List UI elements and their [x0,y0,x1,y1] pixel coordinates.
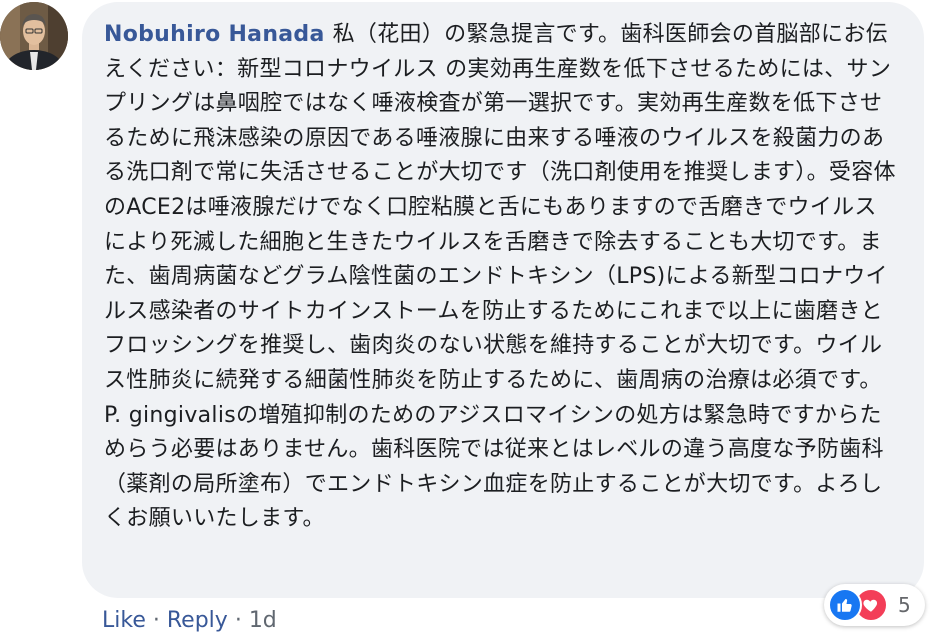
comment-actions: Like · Reply · 1d [102,606,277,636]
comment-bubble: Nobuhiro Hanada 私（花田）の緊急提言です。歯科医師会の首脳部にお伝… [82,2,924,598]
reaction-count: 5 [898,593,911,617]
comment-body: Nobuhiro Hanada 私（花田）の緊急提言です。歯科医師会の首脳部にお伝… [104,18,898,537]
comment-timestamp[interactable]: 1d [249,608,277,633]
action-separator: · [234,608,242,633]
reactions-summary[interactable]: 5 [824,584,925,626]
reply-link[interactable]: Reply [167,608,228,633]
avatar-image [0,2,68,70]
comment-text: 私（花田）の緊急提言です。歯科医師会の首脳部にお伝えください：新型コロナウイルス… [104,22,896,532]
comment-author-name[interactable]: Nobuhiro Hanada [104,22,325,47]
like-link[interactable]: Like [102,608,146,633]
author-avatar[interactable] [0,2,68,70]
like-icon [828,588,862,622]
action-separator: · [152,608,160,633]
